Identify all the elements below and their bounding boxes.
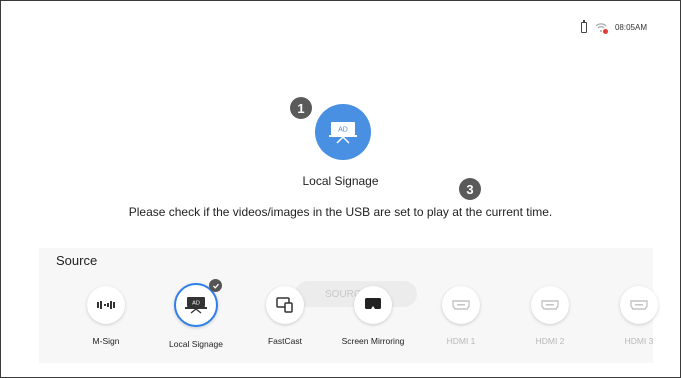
clock: 08:05AM — [614, 23, 647, 32]
hero-title: Local Signage — [302, 174, 379, 188]
source-item-hdmi-2[interactable]: HDMI 2 — [510, 286, 590, 346]
source-item-label: HDMI 2 — [535, 336, 565, 346]
source-item-m-sign[interactable]: M-Sign — [66, 286, 146, 346]
callout-badge-1: 1 — [290, 97, 312, 119]
status-message: Please check if the videos/images in the… — [128, 205, 553, 219]
source-item-hdmi-3[interactable]: HDMI 3 — [599, 286, 679, 346]
status-bar: 08:05AM — [580, 20, 647, 34]
hdmi-icon — [531, 286, 569, 324]
source-item-local-signage[interactable]: AD Local Signage — [156, 279, 236, 349]
source-item-label: HDMI 1 — [446, 336, 476, 346]
source-item-label: M-Sign — [92, 336, 120, 346]
svg-text:AD: AD — [338, 127, 348, 134]
source-item-fastcast[interactable]: FastCast — [245, 286, 325, 346]
source-item-label: FastCast — [267, 336, 302, 346]
local-signage-icon: AD — [315, 104, 371, 160]
fastcast-icon — [266, 286, 304, 324]
svg-text:AD: AD — [192, 301, 200, 307]
source-item-label: Screen Mirroring — [341, 336, 405, 346]
source-item-label: Local Signage — [169, 339, 223, 349]
screen-mirroring-icon — [354, 286, 392, 324]
hdmi-icon — [442, 286, 480, 324]
source-item-hdmi-1[interactable]: HDMI 1 — [421, 286, 501, 346]
hdmi-icon — [620, 286, 658, 324]
m-sign-icon — [87, 286, 125, 324]
battery-icon — [580, 20, 587, 33]
source-title: Source — [56, 253, 98, 268]
source-item-label: HDMI 3 — [624, 336, 654, 346]
wifi-off-icon — [595, 22, 608, 34]
selected-check-icon — [209, 279, 222, 292]
source-item-screen-mirroring[interactable]: Screen Mirroring — [333, 286, 413, 346]
ad-board-icon: AD — [174, 279, 222, 327]
